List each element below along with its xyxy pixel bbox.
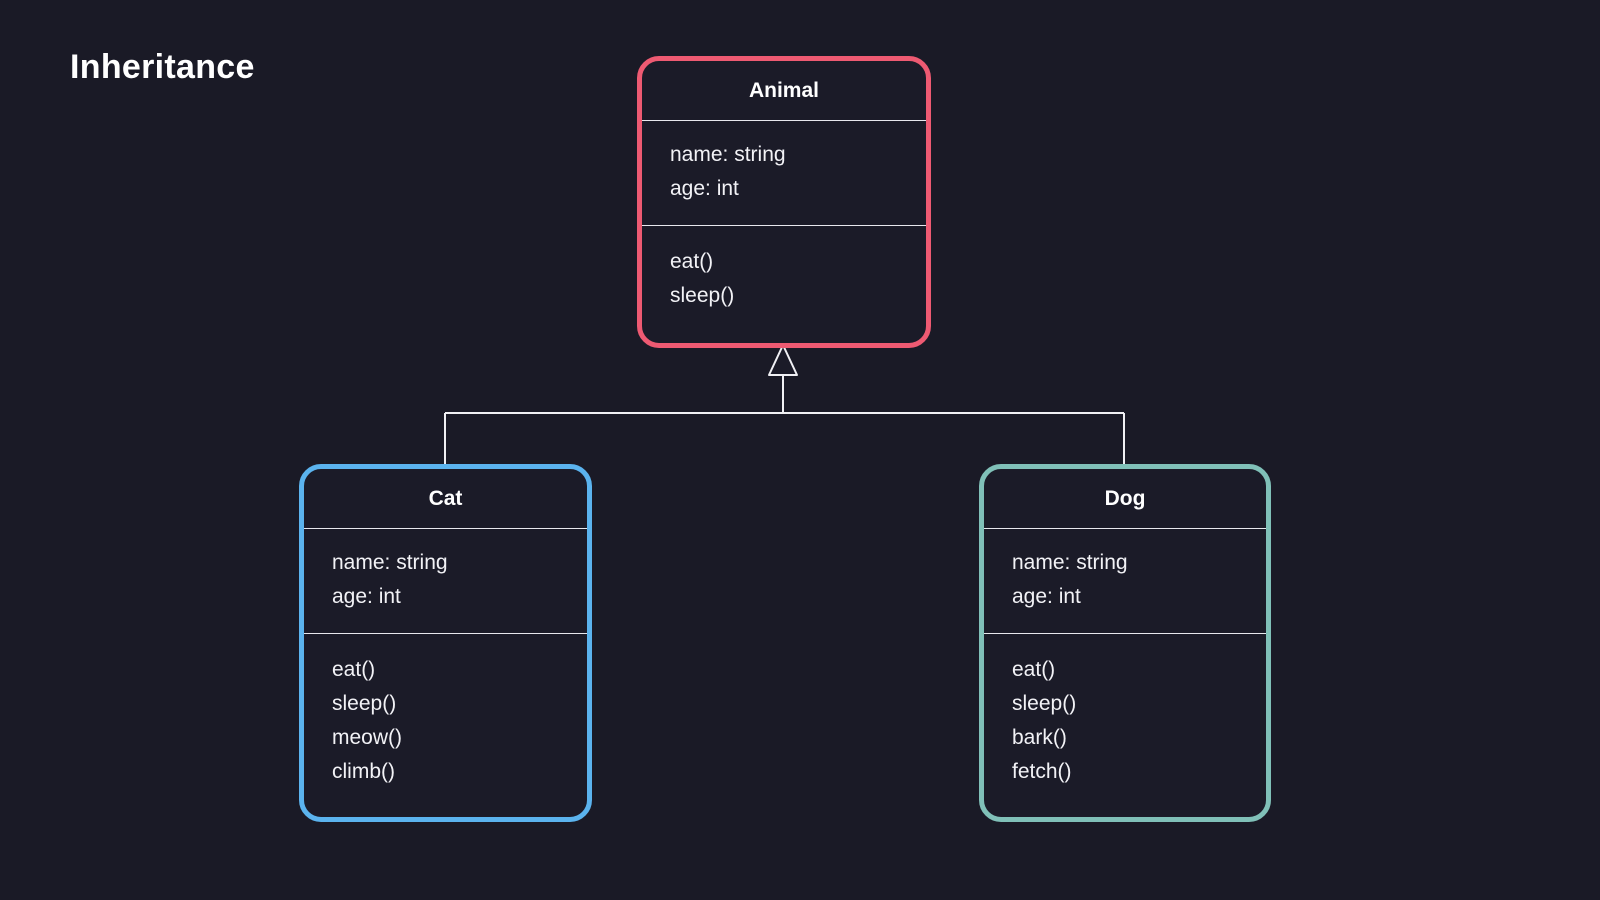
page-title: Inheritance bbox=[70, 48, 255, 86]
attribute-item: age: int bbox=[1012, 585, 1081, 608]
attribute-item: name: string bbox=[332, 551, 448, 574]
attribute-item: age: int bbox=[332, 585, 401, 608]
method-item: sleep() bbox=[1012, 692, 1077, 715]
generalization-arrowhead bbox=[768, 344, 798, 376]
method-item: sleep() bbox=[670, 284, 735, 307]
class-name-dog: Dog bbox=[1104, 487, 1146, 510]
method-item: eat() bbox=[670, 250, 714, 273]
method-item: eat() bbox=[332, 658, 376, 681]
attributes-compartment-cat: name: string age: int bbox=[304, 528, 587, 633]
attribute-item: name: string bbox=[1012, 551, 1128, 574]
class-box-animal[interactable]: Animal name: string age: int eat() sleep… bbox=[637, 56, 931, 348]
method-item: fetch() bbox=[1012, 760, 1072, 783]
attributes-compartment-animal: name: string age: int bbox=[642, 120, 926, 225]
method-item: meow() bbox=[332, 726, 403, 749]
attribute-item: age: int bbox=[670, 177, 739, 200]
methods-compartment-animal: eat() sleep() bbox=[642, 225, 926, 343]
class-box-cat[interactable]: Cat name: string age: int eat() sleep() … bbox=[299, 464, 592, 822]
attributes-compartment-dog: name: string age: int bbox=[984, 528, 1266, 633]
method-item: climb() bbox=[332, 760, 395, 783]
class-name-cat: Cat bbox=[428, 487, 463, 510]
class-name-animal: Animal bbox=[748, 79, 819, 102]
methods-compartment-dog: eat() sleep() bark() fetch() bbox=[984, 633, 1266, 817]
diagram-canvas: Inheritance Animal name: string age: int… bbox=[0, 0, 1600, 900]
method-item: eat() bbox=[1012, 658, 1056, 681]
attribute-item: name: string bbox=[670, 143, 786, 166]
method-item: bark() bbox=[1012, 726, 1067, 749]
method-item: sleep() bbox=[332, 692, 397, 715]
methods-compartment-cat: eat() sleep() meow() climb() bbox=[304, 633, 587, 817]
class-box-dog[interactable]: Dog name: string age: int eat() sleep() … bbox=[979, 464, 1271, 822]
